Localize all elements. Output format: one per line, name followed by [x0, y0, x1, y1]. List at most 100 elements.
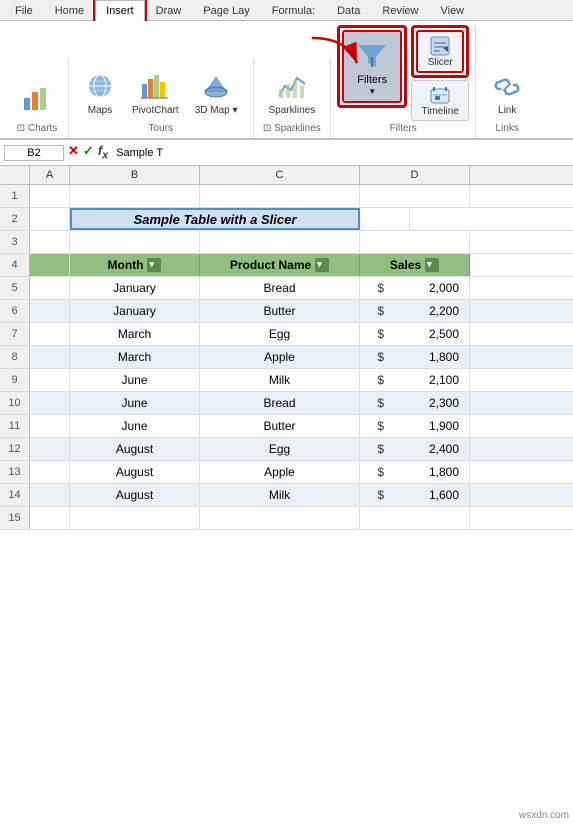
cell-b10[interactable]: June — [70, 392, 200, 414]
cell-b3[interactable] — [70, 231, 200, 253]
cell-a15[interactable] — [30, 507, 70, 529]
row-3: 3 — [0, 231, 573, 254]
cell-d1[interactable] — [360, 185, 470, 207]
cell-d10[interactable]: $ 2,300 — [360, 392, 470, 414]
cell-c5[interactable]: Bread — [200, 277, 360, 299]
tab-view[interactable]: View — [429, 0, 475, 21]
cell-d7[interactable]: $ 2,500 — [360, 323, 470, 345]
cell-d9[interactable]: $ 2,100 — [360, 369, 470, 391]
tab-data[interactable]: Data — [326, 0, 371, 21]
spreadsheet: A B C D 1 2 Sample Table with a Slicer 3… — [0, 166, 573, 530]
tab-review[interactable]: Review — [371, 0, 429, 21]
sales-header: Sales — [390, 258, 421, 272]
cell-a14[interactable] — [30, 484, 70, 506]
timeline-btn[interactable]: Timeline — [411, 80, 469, 121]
cell-a3[interactable] — [30, 231, 70, 253]
pivotchart-btn[interactable]: PivotChart — [125, 66, 186, 121]
cell-c7[interactable]: Egg — [200, 323, 360, 345]
cell-d5[interactable]: $ 2,000 — [360, 277, 470, 299]
formula-input[interactable] — [112, 146, 569, 160]
amount-11: 1,900 — [388, 419, 465, 433]
tab-file[interactable]: File — [4, 0, 44, 21]
cell-b14[interactable]: August — [70, 484, 200, 506]
cell-a11[interactable] — [30, 415, 70, 437]
sparklines-group-label: ⊡ Sparklines — [263, 123, 321, 136]
tab-pagelayout[interactable]: Page Lay — [192, 0, 260, 21]
cell-c3[interactable] — [200, 231, 360, 253]
dollar-5: $ — [364, 281, 388, 295]
cell-b11[interactable]: June — [70, 415, 200, 437]
link-btn[interactable]: Link — [484, 66, 530, 121]
cell-c11[interactable]: Butter — [200, 415, 360, 437]
cell-a7[interactable] — [30, 323, 70, 345]
maps-icon — [84, 71, 116, 103]
maps-btn[interactable]: Maps — [77, 66, 123, 121]
sparklines-btn[interactable]: Sparklines — [262, 66, 323, 121]
cell-b12[interactable]: August — [70, 438, 200, 460]
charts-btn[interactable] — [14, 77, 60, 121]
cell-a10[interactable] — [30, 392, 70, 414]
cell-d3[interactable] — [360, 231, 470, 253]
cell-a6[interactable] — [30, 300, 70, 322]
cell-a4[interactable] — [30, 254, 70, 276]
cell-b4-header[interactable]: Month — [70, 254, 200, 276]
cell-b6[interactable]: January — [70, 300, 200, 322]
cell-b7[interactable]: March — [70, 323, 200, 345]
cell-c14[interactable]: Milk — [200, 484, 360, 506]
timeline-label: Timeline — [421, 106, 458, 117]
cell-d12[interactable]: $ 2,400 — [360, 438, 470, 460]
cell-a13[interactable] — [30, 461, 70, 483]
cell-a12[interactable] — [30, 438, 70, 460]
cell-a8[interactable] — [30, 346, 70, 368]
3dmap-label: 3D Map ▾ — [195, 105, 238, 116]
3dmap-btn[interactable]: 3D Map ▾ — [188, 66, 245, 121]
cell-c13[interactable]: Apple — [200, 461, 360, 483]
cell-b8[interactable]: March — [70, 346, 200, 368]
charts-group: ⊡ Charts — [6, 58, 69, 138]
cell-a2[interactable] — [30, 208, 70, 230]
cell-a9[interactable] — [30, 369, 70, 391]
cell-b2-title[interactable]: Sample Table with a Slicer — [70, 208, 360, 230]
cell-b13[interactable]: August — [70, 461, 200, 483]
tab-draw[interactable]: Draw — [145, 0, 193, 21]
amount-9: 2,100 — [388, 373, 465, 387]
sales-filter-icon[interactable] — [425, 258, 439, 272]
slicer-btn[interactable]: Slicer — [416, 30, 464, 73]
cell-d14[interactable]: $ 1,600 — [360, 484, 470, 506]
charts-label: ⊡ Charts — [17, 123, 58, 136]
cell-c9[interactable]: Milk — [200, 369, 360, 391]
cell-d15[interactable] — [360, 507, 470, 529]
cell-c8[interactable]: Apple — [200, 346, 360, 368]
tab-home[interactable]: Home — [44, 0, 95, 21]
cell-c4-header[interactable]: Product Name — [200, 254, 360, 276]
tab-formulas[interactable]: Formula: — [261, 0, 326, 21]
amount-14: 1,600 — [388, 488, 465, 502]
slicer-label: Slicer — [428, 57, 453, 68]
cell-b5[interactable]: January — [70, 277, 200, 299]
formula-bar-icons: ✕ ✓ fx — [68, 143, 108, 162]
amount-12: 2,400 — [388, 442, 465, 456]
pivotchart-icon — [139, 71, 171, 103]
cell-reference[interactable] — [4, 145, 64, 161]
tab-insert[interactable]: Insert — [95, 0, 145, 21]
filters-btn[interactable]: Filters ▾ — [342, 30, 402, 103]
cell-d8[interactable]: $ 1,800 — [360, 346, 470, 368]
cell-c1[interactable] — [200, 185, 360, 207]
cell-d6[interactable]: $ 2,200 — [360, 300, 470, 322]
productname-filter-icon[interactable] — [315, 258, 329, 272]
cell-b9[interactable]: June — [70, 369, 200, 391]
cell-d4-header[interactable]: Sales — [360, 254, 470, 276]
cell-c10[interactable]: Bread — [200, 392, 360, 414]
cell-c12[interactable]: Egg — [200, 438, 360, 460]
cell-b15[interactable] — [70, 507, 200, 529]
cell-d2[interactable] — [360, 208, 410, 230]
cell-a5[interactable] — [30, 277, 70, 299]
month-filter-icon[interactable] — [147, 258, 161, 272]
cell-b1[interactable] — [70, 185, 200, 207]
cell-a1[interactable] — [30, 185, 70, 207]
cell-c15[interactable] — [200, 507, 360, 529]
cell-c6[interactable]: Butter — [200, 300, 360, 322]
cell-d11[interactable]: $ 1,900 — [360, 415, 470, 437]
cell-d13[interactable]: $ 1,800 — [360, 461, 470, 483]
row-9: 9 June Milk $ 2,100 — [0, 369, 573, 392]
